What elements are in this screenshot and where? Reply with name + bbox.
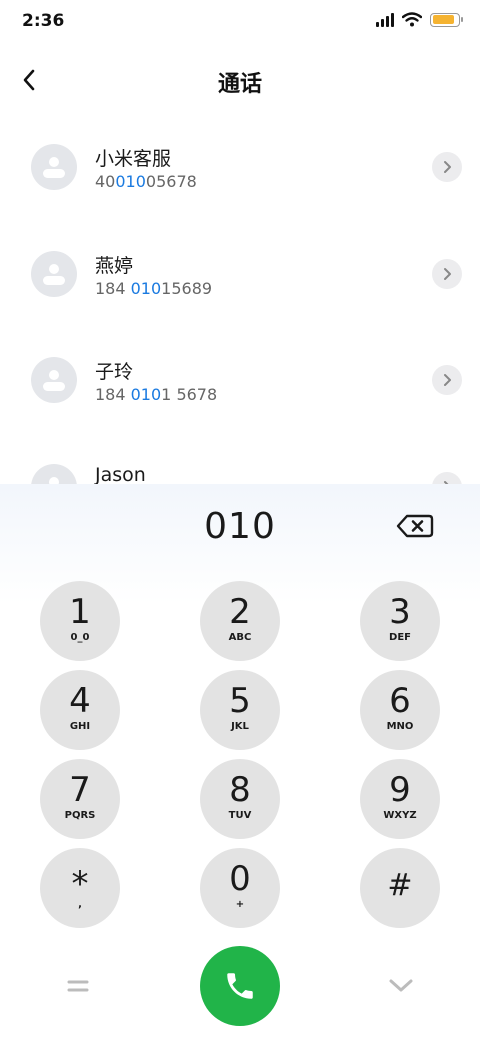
page-title: 通话 [217,72,262,97]
avatar [31,464,77,484]
number-match: 010 [130,279,162,298]
key-0[interactable]: 0 + [200,848,280,928]
header: 通话 [0,52,480,108]
bottom-bar [0,946,480,1026]
key-hash[interactable]: # [360,848,440,928]
battery-icon [430,12,463,27]
key-8[interactable]: 8 TUV [200,759,280,839]
key-4[interactable]: 4 GHI [40,670,120,750]
chevron-down-icon [389,979,413,992]
key-1[interactable]: 1 0_0 [40,581,120,661]
avatar [31,144,77,190]
key-6[interactable]: 6 MNO [360,670,440,750]
key-star[interactable]: * , [40,848,120,928]
contact-row[interactable]: 燕婷 184 01015689 [0,221,480,317]
chevron-right-icon [444,374,451,386]
battery-level [432,15,454,24]
wifi-icon [402,12,422,27]
backspace-icon [396,514,434,538]
contact-name: 小米客服 [95,148,172,170]
status-bar: 2:36 [0,0,480,44]
chevron-right-icon [444,161,451,173]
status-time: 2:36 [22,11,65,31]
contact-detail-button[interactable] [432,259,462,289]
avatar [31,251,77,297]
contact-detail-button[interactable] [432,152,462,182]
contact-detail-button[interactable] [432,365,462,395]
key-2[interactable]: 2 ABC [200,581,280,661]
menu-icon [67,980,89,992]
contact-row[interactable]: 子玲 184 0101 5678 [0,327,480,423]
backspace-button[interactable] [396,512,434,540]
contact-number: 4001005678 [95,172,197,191]
contact-number: 184 0101 5678 [95,385,218,404]
collapse-keypad-button[interactable] [384,972,418,1000]
phone-icon [227,973,253,999]
status-icons [376,12,463,27]
key-5[interactable]: 5 JKL [200,670,280,750]
key-7[interactable]: 7 PQRS [40,759,120,839]
contact-name: 子玲 [95,361,134,383]
number-match: 010 [115,172,146,191]
chevron-right-icon [444,268,451,280]
contact-row[interactable]: 小米客服 4001005678 [0,114,480,210]
call-button[interactable] [200,946,280,1026]
contact-name: 燕婷 [95,255,134,277]
contact-name: Jason [95,464,146,484]
contact-row[interactable]: Jason [0,434,480,484]
number-match: 010 [130,385,162,404]
contact-number: 184 01015689 [95,279,213,298]
contact-detail-button[interactable] [432,472,462,484]
menu-button[interactable] [62,972,94,1000]
signal-icon [376,12,394,27]
key-9[interactable]: 9 WXYZ [360,759,440,839]
contact-list: 小米客服 4001005678 燕婷 184 01015689 子玲 184 0… [0,114,480,484]
avatar [31,357,77,403]
key-3[interactable]: 3 DEF [360,581,440,661]
